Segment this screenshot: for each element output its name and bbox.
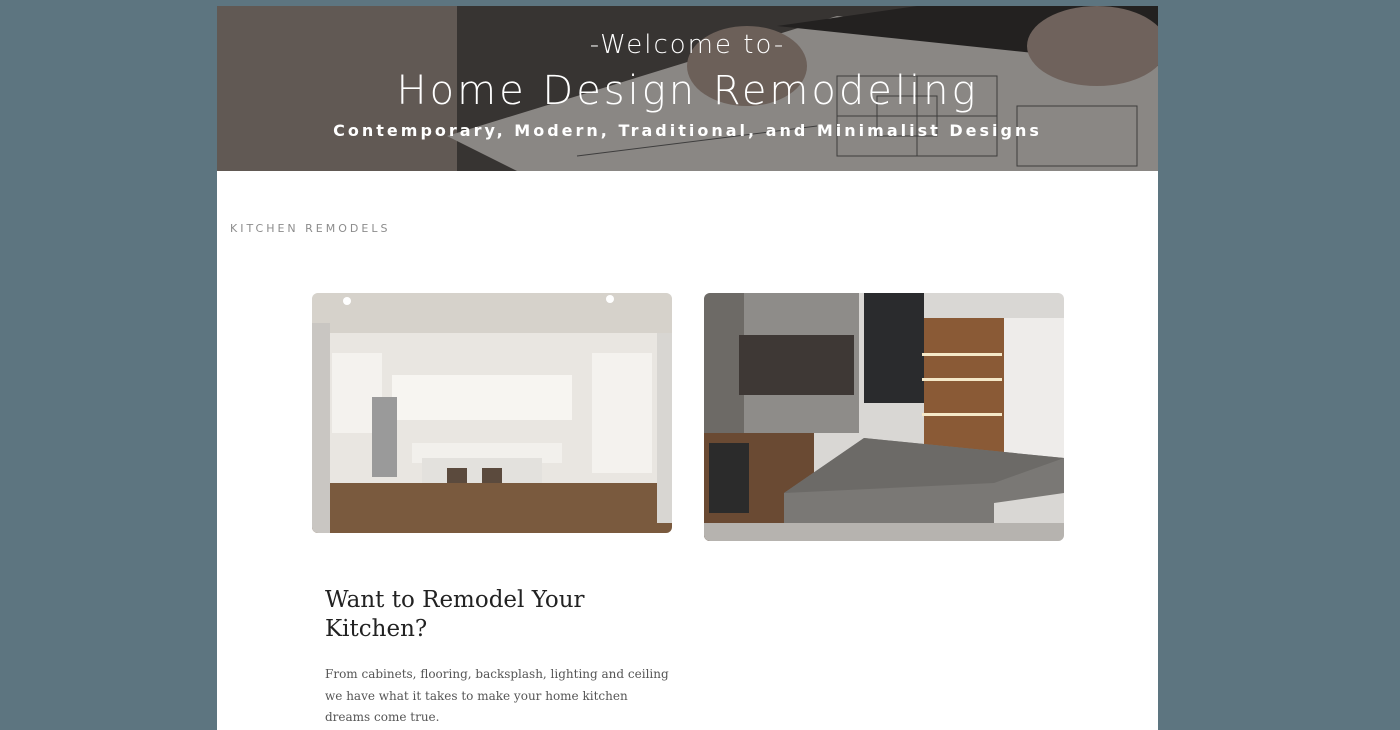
- modern-kitchen-photo: [704, 293, 1064, 541]
- white-kitchen-photo: [312, 293, 672, 533]
- cta-heading: Want to Remodel Your Kitchen?: [325, 587, 585, 642]
- hero-title: Home Design Remodeling: [396, 68, 979, 114]
- hero-welcome: -Welcome to-: [589, 30, 786, 60]
- page-container: -Welcome to- Home Design Remodeling Cont…: [217, 6, 1158, 730]
- section-label: KITCHEN REMODELS: [230, 222, 391, 235]
- cta-body: From cabinets, flooring, backsplash, lig…: [325, 667, 669, 724]
- hero-banner: -Welcome to- Home Design Remodeling Cont…: [217, 6, 1158, 171]
- hero-subtitle: Contemporary, Modern, Traditional, and M…: [333, 121, 1042, 140]
